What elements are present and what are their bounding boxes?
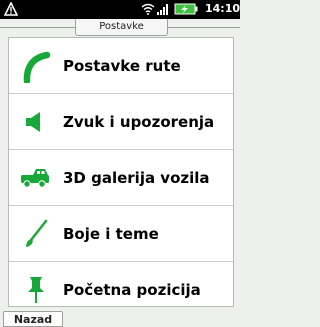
speaker-icon xyxy=(26,111,40,132)
status-bar: 14:10 xyxy=(0,0,240,19)
menu-item-label: 3D galerija vozila xyxy=(63,168,210,187)
menu-item-label: Postavke rute xyxy=(63,56,181,75)
wifi-icon xyxy=(141,3,155,15)
menu-item-colors-themes[interactable]: Boje i teme xyxy=(9,206,233,262)
pin-icon xyxy=(28,276,44,303)
menu-item-sound-warnings[interactable]: Zvuk i upozorenja xyxy=(9,94,233,150)
brush-icon xyxy=(26,219,48,247)
settings-menu: Postavke rute Zvuk i upozorenja 3D galer… xyxy=(8,37,234,307)
clock: 14:10 xyxy=(205,2,241,15)
menu-item-label: Početna pozicija xyxy=(63,280,201,299)
menu-item-3d-vehicle-gallery[interactable]: 3D galerija vozila xyxy=(9,150,233,206)
page-title: Postavke xyxy=(75,19,168,36)
back-button[interactable]: Nazad xyxy=(3,311,63,327)
signal-icon xyxy=(157,4,168,15)
vehicle-icon xyxy=(21,168,49,188)
battery-charging-icon xyxy=(174,3,198,15)
menu-item-route-settings[interactable]: Postavke rute xyxy=(9,38,233,94)
route-icon xyxy=(23,51,51,83)
warning-icon xyxy=(4,2,18,16)
menu-item-home-position[interactable]: Početna pozicija xyxy=(9,262,233,317)
menu-item-label: Boje i teme xyxy=(63,224,159,243)
menu-item-label: Zvuk i upozorenja xyxy=(63,112,215,131)
